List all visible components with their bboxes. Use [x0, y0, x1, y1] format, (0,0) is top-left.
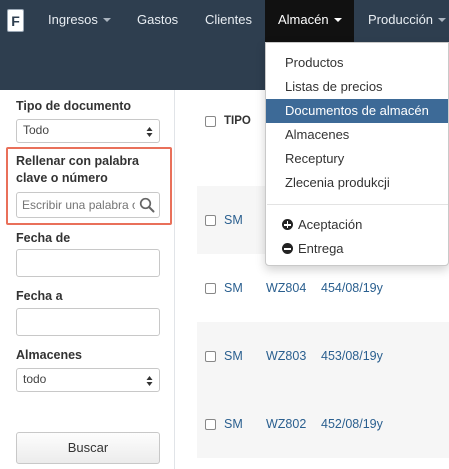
nav-almacen[interactable]: Almacén	[265, 0, 354, 42]
chevron-down-icon	[438, 17, 447, 22]
filter-sidebar: Tipo de documento Todo Rellenar con pala…	[0, 90, 175, 469]
keyword-search-field[interactable]	[16, 192, 160, 218]
row-type: SM	[224, 417, 243, 431]
search-button[interactable]: Buscar	[16, 432, 160, 464]
select-arrows-icon	[146, 127, 153, 137]
menu-item-listas-precios[interactable]: Listas de precios	[266, 75, 448, 99]
row-checkbox[interactable]	[205, 351, 216, 362]
date-from-label: Fecha de	[16, 231, 71, 245]
row-checkbox[interactable]	[205, 215, 216, 226]
menu-item-receptury[interactable]: Receptury	[266, 147, 448, 171]
doc-type-value: Todo	[23, 123, 50, 137]
nav-gastos[interactable]: Gastos	[137, 0, 178, 42]
nav-ingresos-label: Ingresos	[48, 12, 98, 27]
keyword-label-line1: Rellenar con palabra	[16, 154, 139, 168]
row-type: SM	[224, 281, 243, 295]
menu-item-entrega-label: Entrega	[298, 241, 344, 256]
warehouses-label: Almacenes	[16, 348, 83, 362]
nav-gastos-label: Gastos	[137, 12, 179, 27]
almacen-dropdown-menu: Productos Listas de precios Documentos d…	[265, 42, 449, 266]
row-type: SM	[224, 213, 243, 227]
nav-produccion[interactable]: Producción	[368, 0, 447, 42]
column-header-type: TIPO	[224, 115, 251, 127]
menu-item-almacenes[interactable]: Almacenes	[266, 123, 448, 147]
table-row[interactable]: SM WZ803 453/08/19y	[197, 322, 449, 390]
menu-item-zlecenia-produkcji[interactable]: Zlecenia produkcji	[266, 171, 448, 195]
menu-divider	[267, 204, 448, 205]
menu-item-entrega[interactable]: Entrega	[266, 237, 448, 261]
nav-clientes-label: Clientes	[205, 12, 252, 27]
row-number[interactable]: 453/08/19y	[321, 349, 383, 363]
date-to-input[interactable]	[16, 308, 160, 336]
top-navbar: F Ingresos Gastos Clientes Almacén Produ…	[0, 0, 449, 42]
row-code[interactable]: WZ803	[266, 349, 306, 363]
row-checkbox[interactable]	[205, 283, 216, 294]
date-from-input[interactable]	[16, 249, 160, 277]
date-to-label: Fecha a	[16, 289, 63, 303]
chevron-down-icon	[102, 17, 111, 22]
plus-circle-icon	[282, 219, 293, 230]
menu-item-documentos-almacen[interactable]: Documentos de almacén	[266, 99, 448, 123]
minus-circle-icon	[282, 243, 293, 254]
menu-item-aceptacion[interactable]: Aceptación	[266, 213, 448, 237]
row-number[interactable]: 454/08/19y	[321, 281, 383, 295]
nav-almacen-label: Almacén	[278, 12, 329, 27]
chevron-down-icon	[333, 17, 342, 22]
row-code[interactable]: WZ802	[266, 417, 306, 431]
row-checkbox[interactable]	[205, 419, 216, 430]
nav-produccion-label: Producción	[368, 12, 434, 27]
nav-ingresos[interactable]: Ingresos	[48, 0, 111, 42]
logo-letter: F	[11, 12, 20, 29]
row-code[interactable]: WZ804	[266, 281, 306, 295]
warehouses-value: todo	[23, 372, 47, 386]
select-arrows-icon	[146, 376, 153, 386]
nav-clientes[interactable]: Clientes	[205, 0, 252, 42]
warehouses-select[interactable]: todo	[16, 368, 160, 392]
doc-type-select[interactable]: Todo	[16, 119, 160, 143]
table-row[interactable]: SM WZ802 452/08/19y	[197, 390, 449, 458]
menu-item-aceptacion-label: Aceptación	[298, 217, 363, 232]
select-all-checkbox[interactable]	[205, 116, 216, 127]
keyword-label-line2: clave o número	[16, 171, 108, 185]
search-icon[interactable]	[139, 197, 155, 213]
row-number[interactable]: 452/08/19y	[321, 417, 383, 431]
doc-type-label: Tipo de documento	[16, 99, 132, 113]
app-logo[interactable]: F	[7, 9, 24, 32]
keyword-search-input[interactable]	[17, 193, 135, 217]
row-type: SM	[224, 349, 243, 363]
menu-item-productos[interactable]: Productos	[266, 51, 448, 75]
